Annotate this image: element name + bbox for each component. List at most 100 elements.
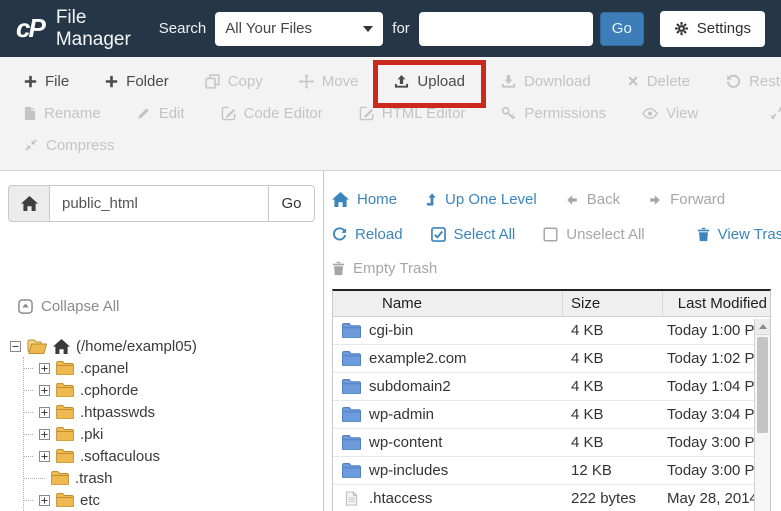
nav-empty-trash-label: Empty Trash xyxy=(353,260,437,277)
tree-node[interactable]: .pki xyxy=(24,423,315,445)
expand-node-icon[interactable] xyxy=(39,363,50,374)
path-home-button[interactable] xyxy=(8,185,50,222)
expand-node-icon[interactable] xyxy=(39,429,50,440)
file-size: 4 KB xyxy=(563,406,663,423)
edit-box-icon xyxy=(359,106,374,121)
folder-button-label: Folder xyxy=(126,73,169,90)
expand-node-icon[interactable] xyxy=(39,385,50,396)
tree-node[interactable]: .softaculous xyxy=(24,445,315,467)
x-icon xyxy=(627,75,639,87)
copy-button-label: Copy xyxy=(228,73,263,90)
file-button[interactable]: File xyxy=(24,73,69,90)
table-row[interactable]: cgi-bin4 KBToday 1:00 P xyxy=(333,317,770,345)
view-button-label: View xyxy=(666,105,698,122)
search-scope-value: All Your Files xyxy=(225,20,312,37)
file-name: subdomain2 xyxy=(369,378,563,395)
collapse-all-link[interactable]: Collapse All xyxy=(18,298,315,315)
rename-button-label: Rename xyxy=(44,105,101,122)
folder-icon xyxy=(51,471,69,485)
tree-node[interactable]: .htpasswds xyxy=(24,401,315,423)
nav-home-label: Home xyxy=(357,191,397,208)
file-page-icon xyxy=(24,106,36,121)
table-row[interactable]: wp-content4 KBToday 3:00 P xyxy=(333,429,770,457)
tree-connector xyxy=(24,390,33,391)
search-go-button[interactable]: Go xyxy=(600,12,644,46)
folder-icon xyxy=(56,361,74,375)
compress-icon xyxy=(24,138,38,152)
tree-connector xyxy=(24,456,33,457)
nav-reload-link[interactable]: Reload xyxy=(332,226,403,243)
column-header-last-modified[interactable]: Last Modified xyxy=(663,291,770,316)
nav-back-label: Back xyxy=(587,191,620,208)
nav-view-trash-link[interactable]: View Trash xyxy=(697,226,781,243)
arrow-left-icon xyxy=(565,193,579,207)
collapse-node-icon[interactable] xyxy=(10,341,21,352)
tree-connector xyxy=(24,434,33,435)
trash-icon xyxy=(697,227,710,242)
table-row[interactable]: wp-includes12 KBToday 3:00 P xyxy=(333,457,770,485)
path-input[interactable] xyxy=(50,185,268,222)
table-row[interactable]: .htaccess222 bytesMay 28, 2014 xyxy=(333,485,770,511)
file-size: 4 KB xyxy=(563,434,663,451)
file-size: 222 bytes xyxy=(563,490,663,507)
nav-home-link[interactable]: Home xyxy=(332,191,397,208)
home-icon xyxy=(53,339,70,354)
tree-connector xyxy=(24,368,33,369)
expand-node-icon[interactable] xyxy=(39,451,50,462)
folder-icon xyxy=(333,407,369,422)
upload-button[interactable]: Upload xyxy=(394,73,465,90)
nav-select-all-label: Select All xyxy=(454,226,516,243)
copy-icon xyxy=(205,74,220,89)
scrollbar-thumb[interactable] xyxy=(757,337,768,433)
collapse-all-label: Collapse All xyxy=(41,298,119,315)
column-header-name[interactable]: Name xyxy=(333,291,563,316)
compress-button: Compress xyxy=(24,137,114,154)
settings-button[interactable]: Settings xyxy=(660,11,765,47)
settings-label: Settings xyxy=(697,20,751,37)
scroll-up-button[interactable] xyxy=(755,319,770,335)
compress-button-label: Compress xyxy=(46,137,114,154)
plus-icon xyxy=(105,75,118,88)
expand-node-icon[interactable] xyxy=(39,495,50,506)
tree-node-label: .htpasswds xyxy=(80,404,155,421)
table-row[interactable]: example2.com4 KBToday 1:02 P xyxy=(333,345,770,373)
folder-button[interactable]: Folder xyxy=(105,73,169,90)
path-go-button[interactable]: Go xyxy=(268,185,315,222)
table-row[interactable]: subdomain24 KBToday 1:04 P xyxy=(333,373,770,401)
arrow-right-icon xyxy=(648,193,662,207)
tree-node[interactable]: .cpanel xyxy=(24,357,315,379)
tree-root-node[interactable]: (/home/exampl05) xyxy=(10,335,315,357)
file-size: 4 KB xyxy=(563,322,663,339)
tree-node[interactable]: .trash xyxy=(24,467,315,489)
pencil-icon xyxy=(137,106,151,120)
copy-button: Copy xyxy=(205,73,263,90)
search-scope-select[interactable]: All Your Files xyxy=(215,12,383,46)
nav-forward-label: Forward xyxy=(670,191,725,208)
cpanel-logo: cP xyxy=(16,13,44,44)
column-header-size[interactable]: Size xyxy=(563,291,663,316)
move-icon xyxy=(299,74,314,89)
nav-up-one-level-link[interactable]: Up One Level xyxy=(425,191,537,208)
upload-button-label: Upload xyxy=(417,73,465,90)
nav-reload-label: Reload xyxy=(355,226,403,243)
tree-node[interactable]: etc xyxy=(24,489,315,511)
file-name: cgi-bin xyxy=(369,322,563,339)
nav-row-3: Empty Trash xyxy=(332,252,771,285)
table-row[interactable]: wp-admin4 KBToday 3:04 P xyxy=(333,401,770,429)
expand-node-icon[interactable] xyxy=(39,407,50,418)
tree-node-label: etc xyxy=(80,492,100,509)
nav-select-all-link[interactable]: Select All xyxy=(431,226,516,243)
folder-icon xyxy=(333,435,369,450)
open-folder-icon xyxy=(27,339,47,354)
tree-node-label: .pki xyxy=(80,426,103,443)
tree-node-label: .cphorde xyxy=(80,382,138,399)
extract-button: Extract xyxy=(770,105,781,122)
search-area: Search All Your Files for Go Settings xyxy=(159,11,765,47)
download-button: Download xyxy=(501,73,591,90)
toolbar-row-3: Compress xyxy=(0,129,781,161)
file-table: Name Size Last Modified cgi-bin4 KBToday… xyxy=(332,289,771,511)
edit-box-icon xyxy=(221,106,236,121)
tree-node[interactable]: .cphorde xyxy=(24,379,315,401)
search-input[interactable] xyxy=(419,12,593,46)
table-scrollbar[interactable] xyxy=(754,319,770,511)
